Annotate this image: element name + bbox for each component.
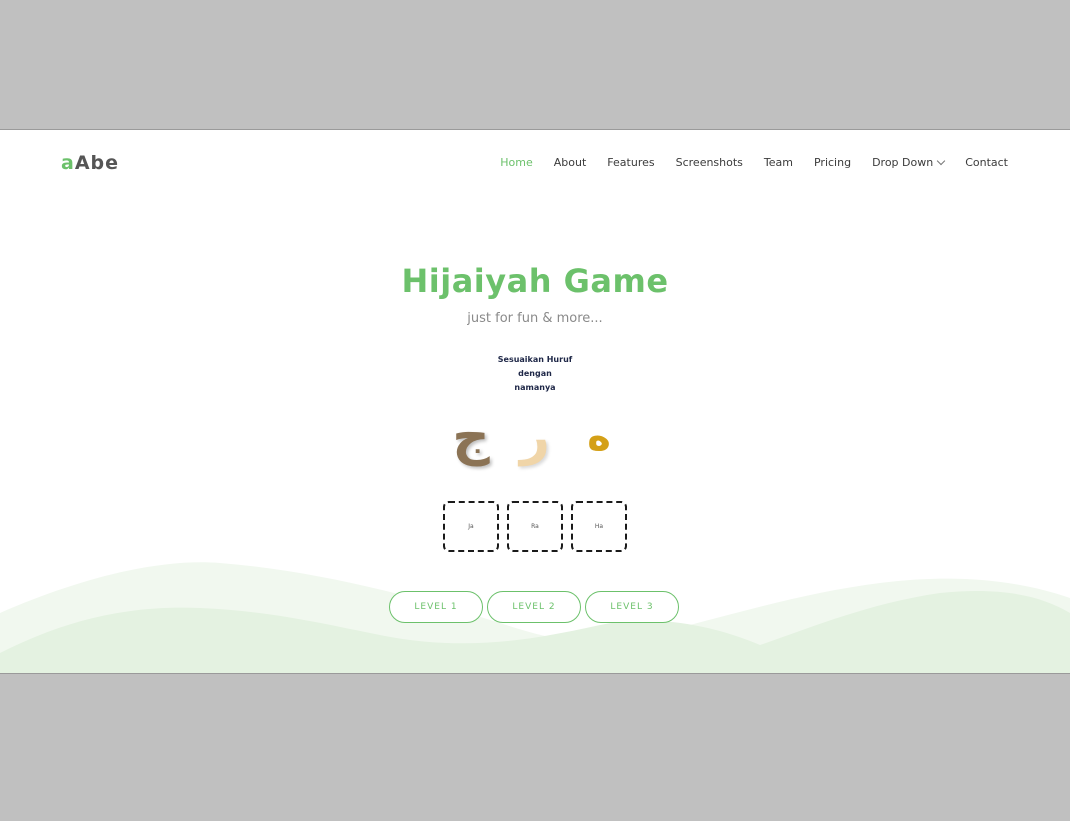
nav-contact[interactable]: Contact [965,156,1008,169]
nav-dropdown[interactable]: Drop Down [872,156,946,169]
level-1-button[interactable]: LEVEL 1 [389,591,483,623]
letter-jim-draggable[interactable]: ج [439,402,503,472]
game-instruction: Sesuaikan Huruf dengan namanya [485,353,585,395]
logo-text: Abe [74,152,120,174]
instruction-line-2: namanya [514,383,556,392]
page-title: Hijaiyah Game [401,262,669,300]
nav-features[interactable]: Features [607,156,654,169]
nav-about[interactable]: About [554,156,587,169]
nav-team[interactable]: Team [764,156,793,169]
logo-accent: a [61,152,75,174]
instruction-line-1: Sesuaikan Huruf dengan [497,355,573,378]
drop-target-ja[interactable]: Ja [443,501,499,552]
page-subtitle: just for fun & more... [467,311,603,326]
chevron-down-icon [936,156,946,166]
site-logo[interactable]: aAbe [61,152,119,174]
level-3-button[interactable]: LEVEL 3 [585,591,679,623]
page-viewport: aAbe Home About Features Screenshots Tea… [0,129,1070,674]
letter-ra-draggable[interactable]: ر [503,402,567,472]
drop-target-ha[interactable]: Ha [571,501,627,552]
nav-home[interactable]: Home [500,156,532,169]
letter-ha-draggable[interactable]: ه [567,402,631,472]
nav-pricing[interactable]: Pricing [814,156,851,169]
level-2-button[interactable]: LEVEL 2 [487,591,581,623]
nav-screenshots[interactable]: Screenshots [676,156,743,169]
drop-target-ra[interactable]: Ra [507,501,563,552]
main-nav: Home About Features Screenshots Team Pri… [479,156,1008,169]
nav-dropdown-label: Drop Down [872,156,934,169]
